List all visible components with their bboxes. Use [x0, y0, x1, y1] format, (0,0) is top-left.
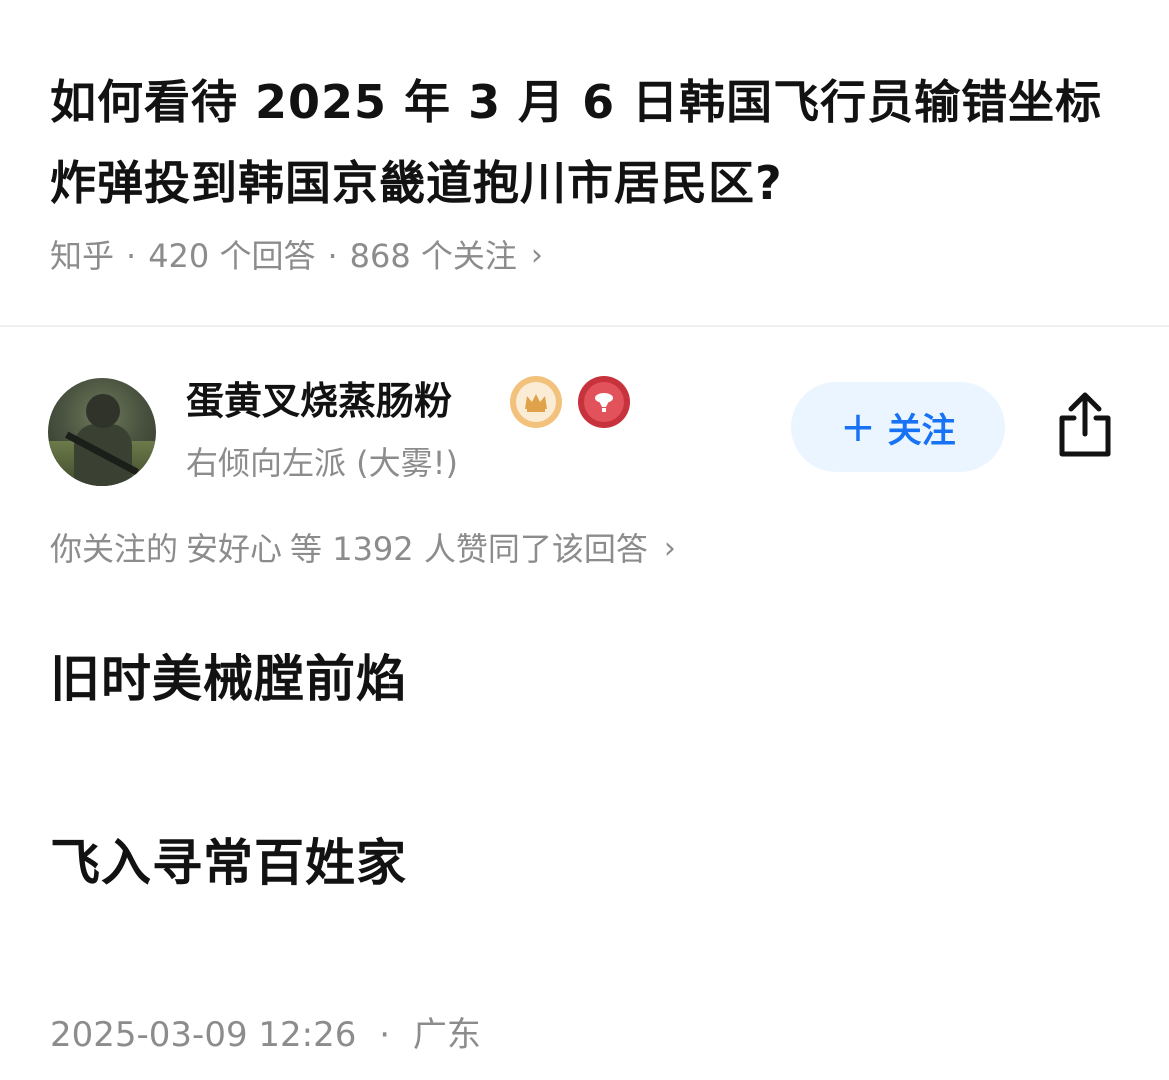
- follower-count: 868 个关注: [349, 237, 517, 275]
- answer-date: 2025-03-09 12:26: [50, 1015, 357, 1055]
- follow-label: 关注: [887, 410, 956, 451]
- answer-footer: 2025-03-09 12:26 · 广东: [50, 1010, 481, 1060]
- answer-line: 飞入寻常百姓家: [50, 834, 407, 892]
- footer-separator: ·: [379, 1015, 391, 1055]
- answer-location: 广东: [412, 1015, 481, 1055]
- meta-separator: ·: [126, 237, 137, 275]
- meta-separator: ·: [327, 237, 338, 275]
- answer-count: 420 个回答: [148, 237, 316, 275]
- author-bio: 右倾向左派 (大雾!): [186, 444, 458, 482]
- red-badge-icon[interactable]: [578, 376, 630, 428]
- author-avatar[interactable]: [48, 378, 156, 486]
- answer-page: 如何看待 2025 年 3 月 6 日韩国飞行员输错坐标炸弹投到韩国京畿道抱川市…: [0, 0, 1169, 1080]
- endorsement-line[interactable]: 你关注的 安好心 等 1392 人赞同了该回答 ›: [50, 526, 676, 572]
- question-source: 知乎: [50, 237, 115, 275]
- endorse-suffix: 等 1392 人赞同了该回答: [290, 530, 648, 568]
- plus-icon: +: [840, 402, 876, 451]
- endorse-user[interactable]: 安好心: [186, 526, 282, 572]
- crown-badge-icon[interactable]: [510, 376, 562, 428]
- chevron-right-icon: ›: [663, 531, 676, 566]
- answer-line: 旧时美械膛前焰: [50, 650, 407, 708]
- section-divider: [0, 325, 1169, 327]
- follow-button[interactable]: + 关注: [791, 382, 1005, 472]
- question-meta[interactable]: 知乎 · 420 个回答 · 868 个关注 ›: [50, 232, 543, 280]
- endorse-prefix: 你关注的: [50, 530, 179, 568]
- chevron-right-icon: ›: [530, 238, 543, 273]
- share-icon[interactable]: [1052, 390, 1118, 460]
- author-name[interactable]: 蛋黄叉烧蒸肠粉: [186, 374, 452, 428]
- question-title[interactable]: 如何看待 2025 年 3 月 6 日韩国飞行员输错坐标炸弹投到韩国京畿道抱川市…: [50, 62, 1130, 224]
